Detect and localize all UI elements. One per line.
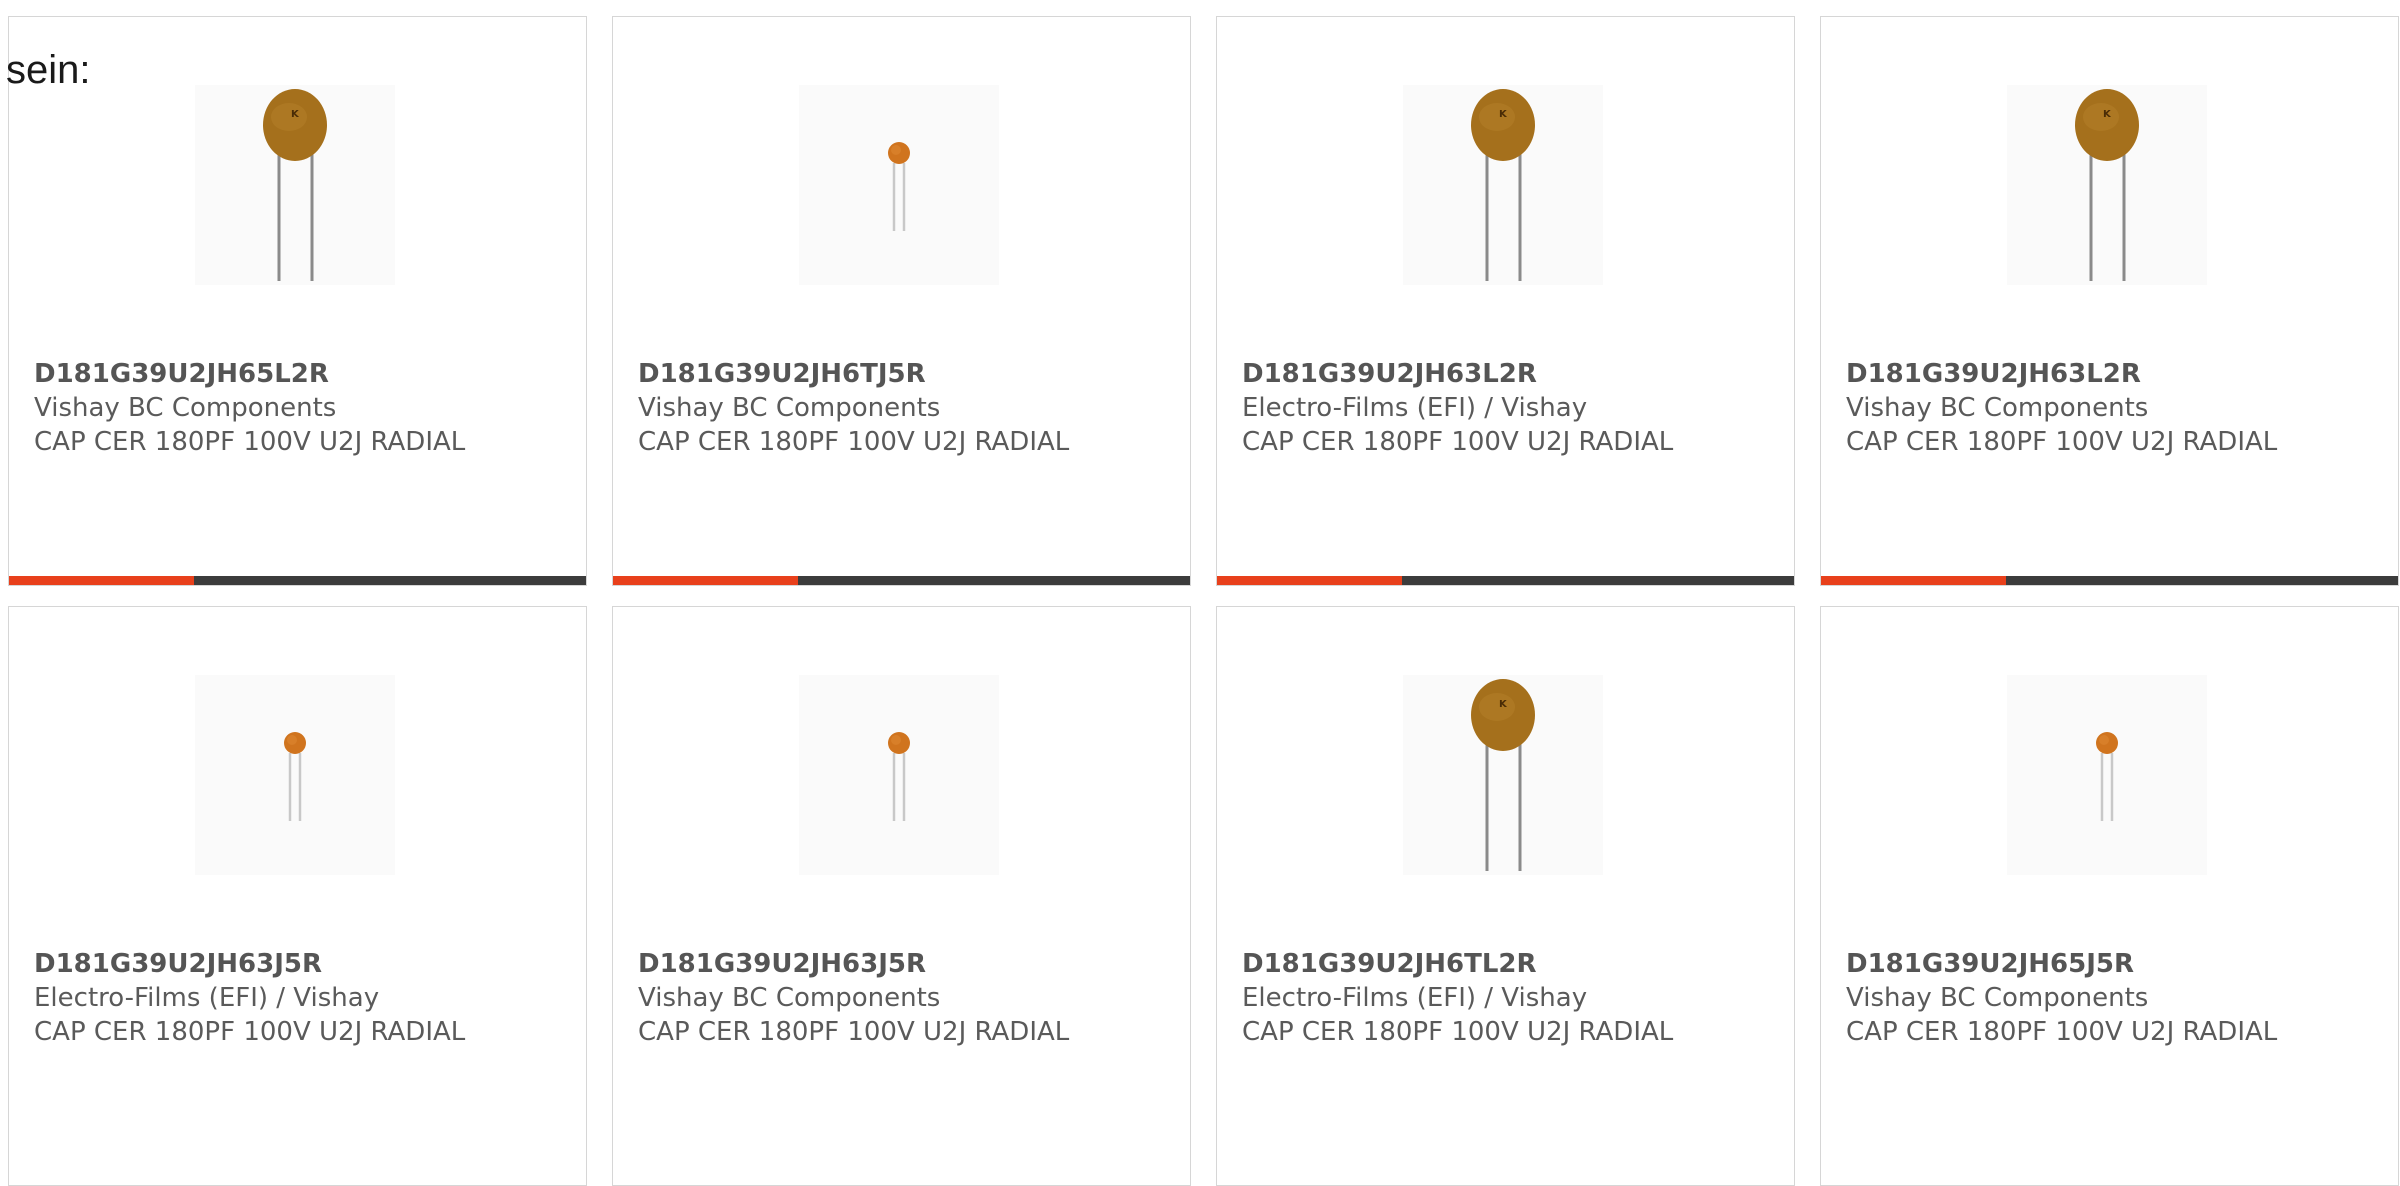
progress-fill: [1821, 576, 2006, 585]
manufacturer: Vishay BC Components: [1846, 393, 2149, 423]
capacitor-large-icon: K: [195, 85, 395, 285]
progress-bar: [1217, 576, 1794, 585]
capacitor-small-icon: [2007, 675, 2207, 875]
product-card[interactable]: D181G39U2JH63J5R Electro-Films (EFI) / V…: [8, 606, 587, 1186]
svg-text:K: K: [2103, 109, 2112, 120]
svg-text:K: K: [291, 109, 300, 120]
manufacturer: Electro-Films (EFI) / Vishay: [34, 983, 380, 1013]
product-card[interactable]: D181G39U2JH65J5R Vishay BC Components CA…: [1820, 606, 2399, 1186]
capacitor-small-icon: [195, 675, 395, 875]
capacitor-small-icon: [799, 675, 999, 875]
product-card[interactable]: K D181G39U2JH65L2R Vishay BC Components …: [8, 16, 587, 586]
part-number[interactable]: D181G39U2JH63J5R: [638, 947, 1170, 981]
progress-fill: [9, 576, 194, 585]
capacitor-large-icon: K: [2007, 85, 2207, 285]
manufacturer: Vishay BC Components: [1846, 983, 2149, 1013]
part-number[interactable]: D181G39U2JH65J5R: [1846, 947, 2378, 981]
product-card[interactable]: K D181G39U2JH6TL2R Electro-Films (EFI) /…: [1216, 606, 1795, 1186]
product-description: CAP CER 180PF 100V U2J RADIAL: [1242, 427, 1674, 457]
product-description: CAP CER 180PF 100V U2J RADIAL: [1846, 427, 2278, 457]
svg-text:K: K: [1499, 109, 1508, 120]
manufacturer: Electro-Films (EFI) / Vishay: [1242, 983, 1588, 1013]
product-description: CAP CER 180PF 100V U2J RADIAL: [1846, 1017, 2278, 1047]
product-card[interactable]: D181G39U2JH6TJ5R Vishay BC Components CA…: [612, 16, 1191, 586]
manufacturer: Vishay BC Components: [638, 983, 941, 1013]
progress-bar: [1821, 576, 2398, 585]
product-card[interactable]: K D181G39U2JH63L2R Vishay BC Components …: [1820, 16, 2399, 586]
product-grid: K D181G39U2JH65L2R Vishay BC Components …: [8, 16, 2400, 1186]
section-heading: sein:: [6, 48, 91, 92]
manufacturer: Electro-Films (EFI) / Vishay: [1242, 393, 1588, 423]
manufacturer: Vishay BC Components: [34, 393, 337, 423]
capacitor-large-icon: K: [1403, 675, 1603, 875]
part-number[interactable]: D181G39U2JH65L2R: [34, 357, 566, 391]
svg-text:K: K: [1499, 699, 1508, 710]
progress-bar: [9, 576, 586, 585]
capacitor-large-icon: K: [1403, 85, 1603, 285]
part-number[interactable]: D181G39U2JH6TJ5R: [638, 357, 1170, 391]
progress-bar: [613, 576, 1190, 585]
progress-fill: [1217, 576, 1402, 585]
product-description: CAP CER 180PF 100V U2J RADIAL: [638, 427, 1070, 457]
product-card[interactable]: K D181G39U2JH63L2R Electro-Films (EFI) /…: [1216, 16, 1795, 586]
progress-fill: [613, 576, 798, 585]
part-number[interactable]: D181G39U2JH63J5R: [34, 947, 566, 981]
product-description: CAP CER 180PF 100V U2J RADIAL: [1242, 1017, 1674, 1047]
part-number[interactable]: D181G39U2JH63L2R: [1242, 357, 1774, 391]
capacitor-small-icon: [799, 85, 999, 285]
manufacturer: Vishay BC Components: [638, 393, 941, 423]
product-card[interactable]: D181G39U2JH63J5R Vishay BC Components CA…: [612, 606, 1191, 1186]
part-number[interactable]: D181G39U2JH63L2R: [1846, 357, 2378, 391]
product-description: CAP CER 180PF 100V U2J RADIAL: [34, 427, 466, 457]
product-description: CAP CER 180PF 100V U2J RADIAL: [638, 1017, 1070, 1047]
part-number[interactable]: D181G39U2JH6TL2R: [1242, 947, 1774, 981]
product-description: CAP CER 180PF 100V U2J RADIAL: [34, 1017, 466, 1047]
